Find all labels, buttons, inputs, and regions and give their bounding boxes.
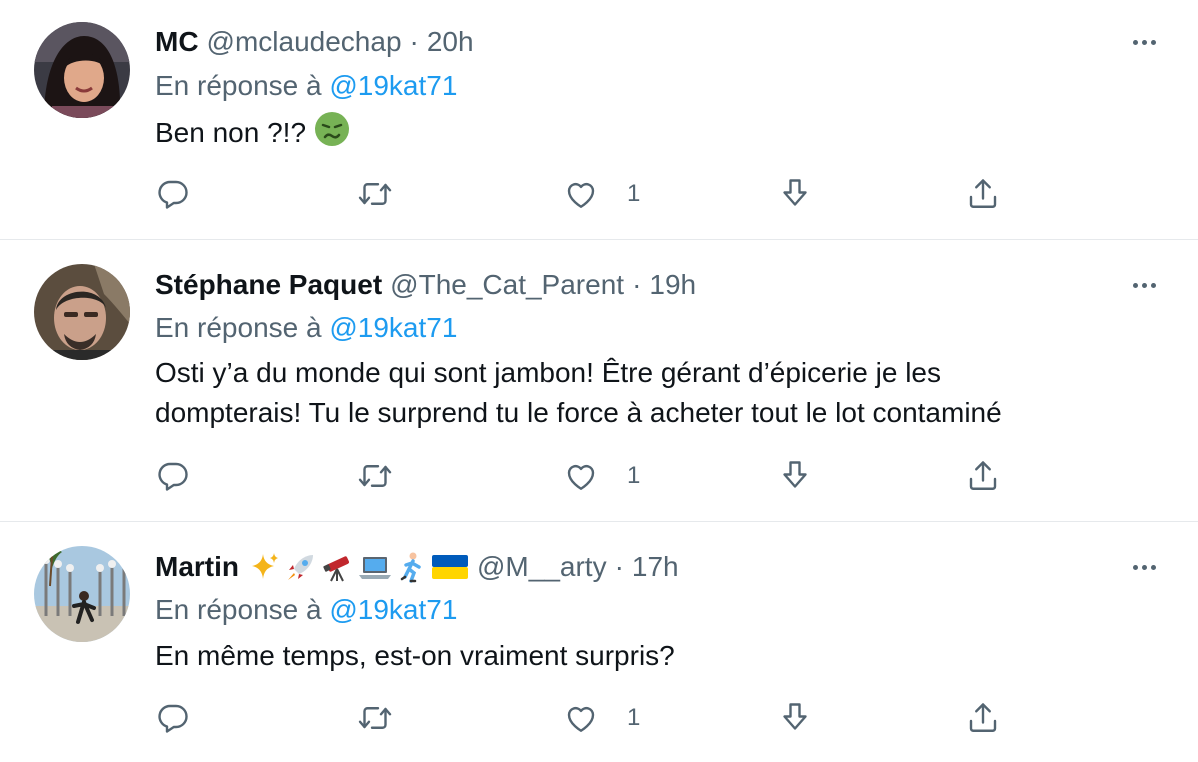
reply-prefix: En réponse à bbox=[155, 70, 322, 101]
downvote-icon bbox=[783, 179, 807, 206]
share-button[interactable] bbox=[965, 700, 1001, 736]
author-name[interactable]: MC bbox=[155, 26, 199, 58]
avatar[interactable] bbox=[34, 546, 130, 642]
retweet-icon bbox=[358, 465, 392, 487]
ukraine-flag-emoji bbox=[432, 555, 468, 579]
heart-icon bbox=[567, 706, 595, 732]
retweet-button[interactable] bbox=[355, 700, 395, 736]
tweet-timestamp[interactable]: 17h bbox=[632, 551, 679, 583]
heart-icon bbox=[567, 464, 595, 490]
share-icon bbox=[969, 703, 997, 732]
sparkles-emoji bbox=[252, 553, 278, 579]
downvote-button[interactable] bbox=[777, 458, 813, 494]
tweet-text-line: dompterais! Tu le surprend tu le force à… bbox=[155, 397, 1002, 428]
rocket-emoji bbox=[288, 555, 313, 580]
reply-button[interactable] bbox=[155, 458, 191, 494]
tweet-text-line: En même temps, est-on vraiment surpris? bbox=[155, 640, 675, 671]
retweet-icon bbox=[358, 707, 392, 729]
tweet-header: Stéphane Paquet @The_Cat_Parent · 19h bbox=[155, 267, 696, 303]
laptop-emoji bbox=[359, 557, 391, 579]
reply-mention-link[interactable]: @19kat71 bbox=[329, 312, 457, 343]
telescope-emoji bbox=[323, 556, 350, 582]
reply-button[interactable] bbox=[155, 176, 191, 212]
retweet-button[interactable] bbox=[355, 176, 395, 212]
tweet-item[interactable]: Stéphane Paquet @The_Cat_Parent · 19h En… bbox=[0, 240, 1198, 522]
author-handle[interactable]: @M__arty bbox=[477, 551, 607, 583]
reply-icon bbox=[158, 704, 188, 733]
more-icon[interactable] bbox=[1126, 275, 1162, 295]
tweet-header: Martin @M__arty · 17h bbox=[155, 549, 679, 585]
share-icon bbox=[969, 461, 997, 490]
heart-icon bbox=[567, 182, 595, 208]
retweet-button[interactable] bbox=[355, 458, 395, 494]
like-button[interactable]: 1 bbox=[563, 700, 640, 736]
downvote-icon bbox=[783, 461, 807, 488]
reply-button[interactable] bbox=[155, 700, 191, 736]
author-handle[interactable]: @The_Cat_Parent bbox=[390, 269, 624, 301]
like-count: 1 bbox=[627, 462, 641, 489]
like-button[interactable]: 1 bbox=[563, 176, 640, 212]
separator-dot: · bbox=[632, 269, 642, 300]
reply-prefix: En réponse à bbox=[155, 312, 322, 343]
like-count: 1 bbox=[627, 180, 641, 207]
tweet-text: Osti y’a du monde qui sont jambon! Être … bbox=[155, 353, 1002, 433]
like-button[interactable]: 1 bbox=[563, 458, 640, 494]
author-name[interactable]: Stéphane Paquet bbox=[155, 269, 382, 301]
reply-icon bbox=[158, 180, 188, 209]
tweet-timestamp[interactable]: 20h bbox=[427, 26, 474, 58]
reply-mention-link[interactable]: @19kat71 bbox=[329, 594, 457, 625]
more-icon[interactable] bbox=[1126, 557, 1162, 577]
share-button[interactable] bbox=[965, 176, 1001, 212]
tweet-text: Ben non ?!? bbox=[155, 111, 350, 158]
avatar[interactable] bbox=[34, 22, 130, 118]
reply-context: En réponse à @19kat71 bbox=[155, 70, 457, 102]
tweet-item[interactable]: Martin @M__arty · 17h En réponse à @19ka… bbox=[0, 522, 1198, 762]
tweet-item[interactable]: MC @mclaudechap · 20h En réponse à @19ka… bbox=[0, 0, 1198, 240]
author-name[interactable]: Martin bbox=[155, 551, 239, 583]
reply-prefix: En réponse à bbox=[155, 594, 322, 625]
more-icon[interactable] bbox=[1126, 32, 1162, 52]
tweet-text-line: Ben non ?!? bbox=[155, 111, 350, 158]
tweet-text-content: Ben non ?!? bbox=[155, 116, 307, 148]
name-emojis bbox=[249, 551, 469, 583]
avatar[interactable] bbox=[34, 264, 130, 360]
tweet-text-line: Osti y’a du monde qui sont jambon! Être … bbox=[155, 357, 941, 388]
tweet-timestamp[interactable]: 19h bbox=[649, 269, 696, 301]
tweet-text: En même temps, est-on vraiment surpris? bbox=[155, 636, 675, 676]
retweet-icon bbox=[358, 183, 392, 205]
tweet-feed: MC @mclaudechap · 20h En réponse à @19ka… bbox=[0, 0, 1198, 762]
author-handle[interactable]: @mclaudechap bbox=[207, 26, 402, 58]
share-icon bbox=[969, 179, 997, 208]
downvote-button[interactable] bbox=[777, 176, 813, 212]
share-button[interactable] bbox=[965, 458, 1001, 494]
reply-context: En réponse à @19kat71 bbox=[155, 312, 457, 344]
downvote-icon bbox=[783, 703, 807, 730]
nauseated-face-emoji bbox=[314, 111, 350, 158]
reply-icon bbox=[158, 462, 188, 491]
runner-emoji bbox=[400, 552, 421, 583]
downvote-button[interactable] bbox=[777, 700, 813, 736]
tweet-header: MC @mclaudechap · 20h bbox=[155, 24, 474, 60]
separator-dot: · bbox=[409, 26, 419, 57]
separator-dot: · bbox=[614, 551, 624, 582]
like-count: 1 bbox=[627, 704, 641, 731]
reply-context: En réponse à @19kat71 bbox=[155, 594, 457, 626]
reply-mention-link[interactable]: @19kat71 bbox=[329, 70, 457, 101]
